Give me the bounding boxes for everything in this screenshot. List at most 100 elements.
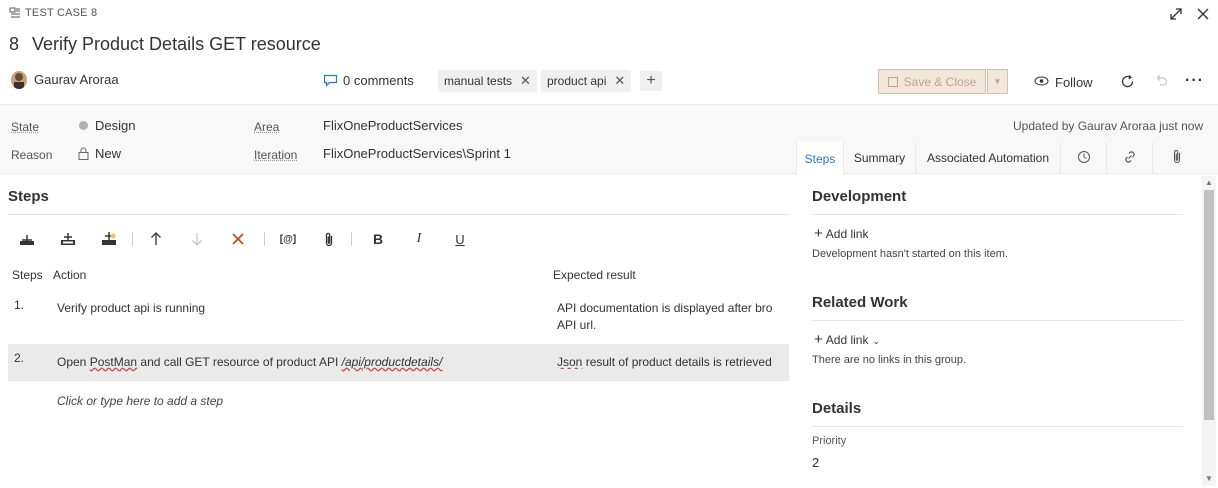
- save-close-label: Save & Close: [903, 74, 977, 89]
- test-case-icon: [9, 7, 21, 19]
- steps-title: Steps: [8, 188, 49, 205]
- scroll-up-arrow[interactable]: ▲: [1205, 178, 1213, 187]
- chevron-down-icon: ▼: [993, 77, 1002, 86]
- updated-by-text[interactable]: Updated by Gaurav Aroraa just now: [1013, 119, 1203, 133]
- development-text: Development hasn't started on this item.: [812, 248, 1008, 260]
- scrollbar-thumb[interactable]: [1204, 190, 1214, 420]
- iteration-label: Iteration: [254, 148, 298, 162]
- refresh-icon[interactable]: [1118, 72, 1136, 90]
- state-dot-icon: [79, 121, 88, 130]
- step-action[interactable]: Open PostMan and call GET resource of pr…: [57, 355, 442, 369]
- table-row[interactable]: 1. Verify product api is running API doc…: [8, 290, 789, 342]
- area-value[interactable]: FlixOneProductServices: [323, 118, 462, 133]
- table-row[interactable]: 2. Open PostMan and call GET resource of…: [8, 344, 789, 381]
- bold-icon[interactable]: B: [367, 228, 389, 250]
- related-work-text: There are no links in this group.: [812, 354, 967, 366]
- remove-tag-icon[interactable]: ✕: [520, 73, 531, 89]
- add-link-button[interactable]: + Add link: [814, 225, 868, 242]
- priority-label: Priority: [812, 435, 847, 447]
- steps-divider: [8, 214, 789, 215]
- plus-icon: +: [814, 331, 823, 348]
- tab-steps[interactable]: Steps: [796, 142, 844, 175]
- move-up-icon[interactable]: [145, 228, 167, 250]
- chevron-down-icon: ⌄: [872, 336, 881, 346]
- more-actions-icon[interactable]: ···: [1185, 72, 1204, 90]
- tag-label: product api: [547, 74, 607, 88]
- undo-icon[interactable]: [1152, 72, 1170, 90]
- maximize-icon[interactable]: [1168, 6, 1184, 22]
- page-title[interactable]: Verify Product Details GET resource: [32, 34, 321, 55]
- insert-step-icon[interactable]: [16, 228, 38, 250]
- state-label: State: [11, 120, 40, 134]
- tab-label: Associated Automation: [926, 151, 1050, 165]
- step-expected-line1[interactable]: API documentation is displayed after bro: [557, 301, 789, 315]
- remove-tag-icon[interactable]: ✕: [614, 73, 625, 89]
- work-item-type: TEST CASE 8: [25, 7, 98, 19]
- assignee-name[interactable]: Gaurav Aroraa: [34, 72, 119, 87]
- insert-parameter-icon[interactable]: [@]: [277, 228, 299, 250]
- iteration-value[interactable]: FlixOneProductServices\Sprint 1: [323, 146, 511, 161]
- attachment-icon: [1172, 149, 1182, 167]
- eye-icon[interactable]: [1033, 75, 1049, 87]
- tab-history[interactable]: [1061, 142, 1107, 174]
- section-divider: [812, 426, 1183, 427]
- parameter-text: /api/productdetails/: [341, 355, 443, 369]
- follow-button[interactable]: Follow: [1055, 75, 1093, 90]
- add-step-hint[interactable]: Click or type here to add a step: [57, 394, 223, 408]
- plus-icon: +: [814, 225, 823, 242]
- development-title: Development: [812, 188, 907, 205]
- related-work-title: Related Work: [812, 294, 908, 311]
- save-close-button[interactable]: Save & Close: [878, 69, 986, 94]
- tag-product-api[interactable]: product api ✕: [541, 70, 632, 92]
- priority-value[interactable]: 2: [812, 455, 819, 470]
- save-options-dropdown[interactable]: ▼: [987, 69, 1008, 94]
- comment-icon[interactable]: [322, 73, 338, 87]
- comments-count[interactable]: 0 comments: [343, 73, 414, 88]
- save-icon: [887, 76, 898, 87]
- related-add-link-button[interactable]: + Add link ⌄: [814, 331, 880, 348]
- add-tag-icon[interactable]: +: [640, 71, 662, 91]
- avatar[interactable]: [11, 71, 27, 89]
- step-number: 2.: [14, 351, 25, 365]
- col-header-expected: Expected result: [553, 268, 636, 282]
- tab-attachments[interactable]: [1153, 142, 1201, 174]
- scroll-down-arrow[interactable]: ▼: [1205, 474, 1213, 483]
- create-shared-steps-icon[interactable]: [98, 228, 120, 250]
- scrollbar-track[interactable]: ▲ ▼: [1202, 176, 1216, 486]
- tab-label: Steps: [804, 151, 836, 166]
- delete-step-icon[interactable]: [227, 228, 249, 250]
- step-action[interactable]: Verify product api is running: [57, 301, 205, 315]
- toolbar-divider: [351, 232, 352, 246]
- col-header-action: Action: [53, 268, 87, 282]
- italic-icon[interactable]: I: [408, 228, 430, 250]
- move-down-icon[interactable]: [186, 228, 208, 250]
- expected-text-spellcheck: Json: [557, 355, 583, 369]
- work-item-id: 8: [9, 34, 20, 54]
- expected-text: result of product details is retrieved: [582, 355, 772, 369]
- lock-icon: [77, 146, 89, 160]
- step-expected[interactable]: Json result of product details is retrie…: [557, 355, 789, 369]
- tab-links[interactable]: [1107, 142, 1153, 174]
- close-icon[interactable]: [1195, 6, 1211, 22]
- step-number: 1.: [14, 298, 25, 312]
- work-item-form: TEST CASE 8 8 Verify Product Details GET…: [0, 0, 1218, 488]
- toolbar-divider: [264, 232, 265, 246]
- attachment-icon[interactable]: [318, 228, 340, 250]
- state-value[interactable]: Design: [95, 118, 135, 133]
- reason-label: Reason: [11, 148, 53, 162]
- tag-manual-tests[interactable]: manual tests ✕: [438, 70, 537, 92]
- section-divider: [812, 214, 1183, 215]
- section-divider: [812, 320, 1183, 321]
- details-title: Details: [812, 400, 862, 417]
- col-header-steps: Steps: [12, 268, 43, 282]
- underline-icon[interactable]: U: [449, 228, 471, 250]
- step-expected-line2[interactable]: API url.: [557, 318, 596, 332]
- link-icon: [1123, 150, 1137, 167]
- action-text: and call GET resource of product API: [137, 355, 342, 369]
- tab-associated-automation[interactable]: Associated Automation: [916, 142, 1061, 174]
- area-label: Area: [254, 120, 280, 134]
- insert-shared-steps-icon[interactable]: [57, 228, 79, 250]
- tab-summary[interactable]: Summary: [844, 142, 916, 174]
- add-link-label: Add link: [825, 227, 869, 241]
- tab-label: Summary: [853, 151, 906, 165]
